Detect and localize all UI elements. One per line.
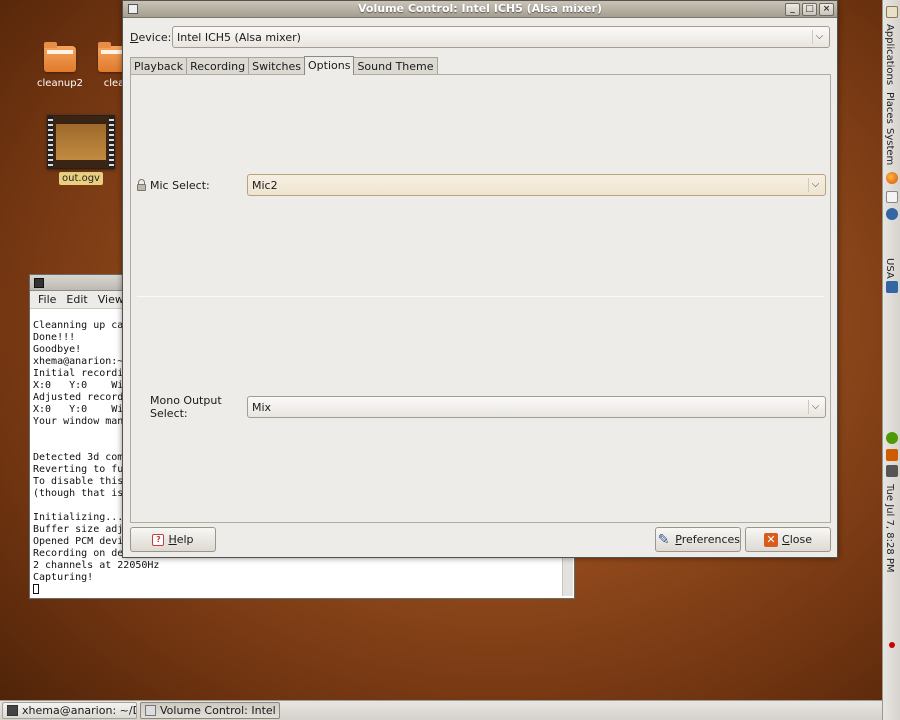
minimize-button[interactable]: _ — [785, 3, 800, 16]
mic-select-label: Mic Select: — [150, 178, 210, 192]
accessibility-icon[interactable] — [886, 281, 898, 293]
tab-recording[interactable]: Recording — [186, 57, 250, 75]
tab-switches[interactable]: Switches — [248, 57, 305, 75]
device-label: Device: — [130, 30, 172, 44]
mono-output-label: Mono Output Select: — [150, 394, 222, 420]
taskbar: xhema@anarion: ~/De... Volume Control: I… — [0, 700, 882, 720]
mic-select-dropdown[interactable]: Mic2 ⌵ — [247, 174, 826, 196]
close-button-label: Close — [782, 533, 812, 546]
chevron-down-icon: ⌵ — [808, 400, 822, 414]
window-icon — [128, 4, 138, 14]
terminal-icon — [34, 278, 44, 288]
ubuntu-logo-icon — [886, 6, 898, 18]
help-icon: ? — [152, 533, 165, 546]
mic-select-row: Mic Select: Mic2 ⌵ — [135, 174, 826, 196]
terminal-cursor — [33, 584, 39, 594]
mono-output-row: Mono Output Select: Mix ⌵ — [135, 394, 826, 420]
help-button-label: Help — [168, 533, 194, 546]
separator — [137, 296, 824, 297]
menu-view[interactable]: View — [98, 293, 124, 306]
chevron-down-icon: ⌵ — [812, 30, 826, 44]
power-icon[interactable] — [889, 642, 895, 648]
window-title: Volume Control: Intel ICH5 (Alsa mixer) — [358, 2, 602, 15]
tab-playback[interactable]: Playback — [130, 57, 188, 75]
mono-output-dropdown[interactable]: Mix ⌵ — [247, 396, 826, 418]
taskbar-item-volume-control[interactable]: Volume Control: Intel I... — [140, 702, 280, 719]
help-button[interactable]: ? Help — [130, 527, 216, 552]
stop-record-icon[interactable] — [886, 449, 898, 461]
taskbar-item-label: xhema@anarion: ~/De... — [22, 704, 136, 717]
system-menu[interactable]: System — [884, 128, 895, 165]
chevron-down-icon: ⌵ — [808, 178, 822, 192]
volume-control-window[interactable]: Volume Control: Intel ICH5 (Alsa mixer) … — [122, 0, 838, 558]
tab-sound-theme[interactable]: Sound Theme — [353, 57, 438, 75]
places-menu[interactable]: Places — [884, 92, 895, 124]
device-row: Device: Intel ICH5 (Alsa mixer) ⌵ — [130, 26, 830, 48]
menu-file[interactable]: File — [38, 293, 56, 306]
preferences-button-label: Preferences — [675, 533, 740, 546]
desktop-icon-out-ogv[interactable]: out.ogv — [45, 115, 117, 185]
mail-icon[interactable] — [886, 191, 898, 203]
volume-icon[interactable] — [886, 465, 898, 477]
help-launcher-icon[interactable] — [886, 208, 898, 220]
preferences-button[interactable]: ✎ Preferences — [655, 527, 741, 552]
tools-icon: ✎ — [657, 531, 670, 548]
menu-edit[interactable]: Edit — [66, 293, 87, 306]
mono-output-value: Mix — [252, 400, 272, 414]
firefox-icon[interactable] — [886, 172, 898, 184]
network-icon[interactable] — [886, 432, 898, 444]
tab-bar: Playback Recording Switches Options Soun… — [130, 56, 438, 75]
video-thumbnail-icon — [47, 115, 115, 169]
lock-icon[interactable] — [136, 179, 147, 191]
options-panel: Mic Select: Mic2 ⌵ Mono Output Select: M… — [130, 74, 831, 523]
maximize-button[interactable]: □ — [802, 3, 817, 16]
clock[interactable]: Tue Jul 7, 8:28 PM — [884, 484, 895, 573]
folder-icon — [44, 42, 76, 72]
terminal-icon — [7, 705, 18, 716]
close-button[interactable]: ✕ Close — [745, 527, 831, 552]
desktop-icon-label: out.ogv — [59, 172, 103, 185]
tab-options[interactable]: Options — [304, 56, 355, 75]
mic-select-value: Mic2 — [252, 178, 278, 192]
close-window-button[interactable]: × — [819, 3, 834, 16]
applications-menu[interactable]: Applications — [884, 24, 895, 85]
close-icon: ✕ — [764, 532, 778, 547]
window-titlebar[interactable]: Volume Control: Intel ICH5 (Alsa mixer) … — [123, 1, 837, 18]
taskbar-item-terminal[interactable]: xhema@anarion: ~/De... — [2, 702, 137, 719]
vertical-panel: Applications Places System USA Tue Jul 7… — [882, 0, 900, 720]
volume-control-icon — [145, 705, 156, 716]
keyboard-layout[interactable]: USA — [884, 258, 895, 279]
device-select[interactable]: Intel ICH5 (Alsa mixer) ⌵ — [172, 26, 830, 48]
device-select-value: Intel ICH5 (Alsa mixer) — [177, 30, 301, 44]
taskbar-item-label: Volume Control: Intel I... — [160, 704, 280, 717]
